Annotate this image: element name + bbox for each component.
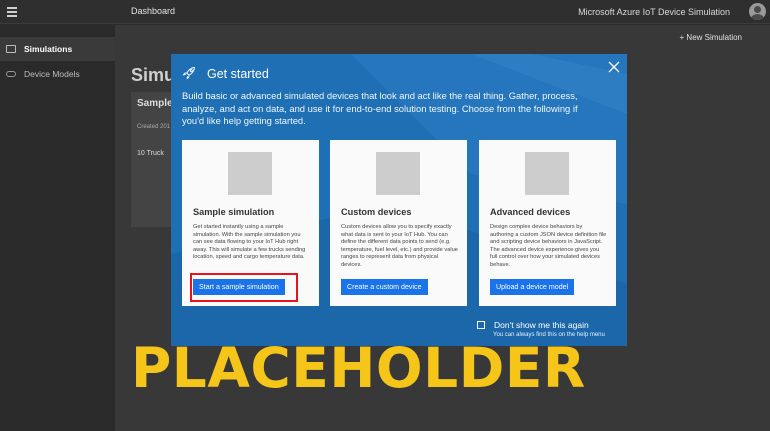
breadcrumb[interactable]: Dashboard xyxy=(131,6,175,16)
simulation-card-title: Sample xyxy=(137,98,173,109)
custom-devices-card: Custom devices Custom devices allow you … xyxy=(330,140,467,306)
hamburger-menu-icon[interactable] xyxy=(7,7,17,17)
advanced-devices-card: Advanced devices Design complex device b… xyxy=(479,140,616,306)
card-description: Design complex device behaviors by autho… xyxy=(490,224,607,268)
card-title: Sample simulation xyxy=(193,207,275,217)
modal-intro-text: Build basic or advanced simulated device… xyxy=(182,90,578,126)
card-thumbnail xyxy=(228,152,272,195)
get-started-modal: Get started Build basic or advanced simu… xyxy=(171,54,627,346)
card-thumbnail xyxy=(525,152,569,195)
device-models-icon xyxy=(6,71,16,77)
simulation-card-devices: 10 Truck xyxy=(137,150,164,157)
upload-device-model-button[interactable]: Upload a device model xyxy=(490,279,575,295)
user-avatar-icon[interactable] xyxy=(749,3,766,20)
card-thumbnail xyxy=(376,152,420,195)
sidebar-item-device-models[interactable]: Device Models xyxy=(0,62,115,86)
card-title: Advanced devices xyxy=(490,207,571,217)
close-icon[interactable] xyxy=(607,60,621,74)
rocket-icon xyxy=(182,66,196,80)
checkbox-box[interactable] xyxy=(477,321,485,329)
sidebar: Simulations Device Models xyxy=(0,25,115,431)
card-description: Custom devices allow you to specify exac… xyxy=(341,224,458,268)
modal-title: Get started xyxy=(207,67,269,81)
simulation-card-created: Created 201 xyxy=(137,124,171,130)
card-description: Get started instantly using a sample sim… xyxy=(193,224,306,261)
sample-simulation-card: Sample simulation Get started instantly … xyxy=(182,140,319,306)
dont-show-again-checkbox[interactable]: Don't show me this again xyxy=(477,320,589,330)
top-bar: Dashboard Microsoft Azure IoT Device Sim… xyxy=(0,0,770,24)
sidebar-item-simulations[interactable]: Simulations xyxy=(0,37,115,61)
sidebar-item-label: Simulations xyxy=(24,44,73,54)
page-title: Simu xyxy=(131,65,176,85)
create-custom-device-button[interactable]: Create a custom device xyxy=(341,279,428,295)
simulations-icon xyxy=(6,45,16,53)
card-title: Custom devices xyxy=(341,207,412,217)
start-sample-simulation-button[interactable]: Start a sample simulation xyxy=(193,279,285,295)
app-title: Microsoft Azure IoT Device Simulation xyxy=(578,7,730,17)
placeholder-overlay-text: PLACEHOLDER xyxy=(131,336,586,400)
new-simulation-button[interactable]: + New Simulation xyxy=(680,33,742,42)
dont-show-again-label: Don't show me this again xyxy=(494,320,589,330)
sidebar-item-label: Device Models xyxy=(24,69,80,79)
